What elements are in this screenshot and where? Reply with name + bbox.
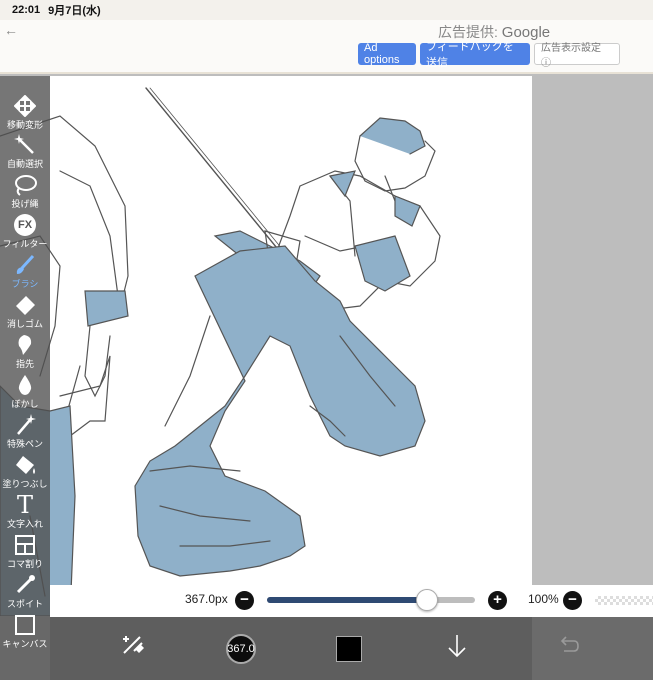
lasso-icon — [12, 173, 38, 197]
back-arrow-icon[interactable]: ← — [4, 22, 18, 38]
opacity-preview[interactable] — [595, 596, 653, 605]
brush-eraser-switch-button[interactable] — [110, 617, 156, 680]
canvas-margin — [532, 76, 653, 616]
tool-lasso[interactable]: 投げ縄 — [0, 173, 50, 210]
brush-size-increase-button[interactable]: + — [488, 591, 507, 610]
brush-opacity-decrease-button[interactable]: − — [563, 591, 582, 610]
fx-icon: FX — [12, 213, 38, 237]
finger-icon — [12, 333, 38, 357]
brush-size-preview-button[interactable]: 367.0 — [218, 617, 264, 680]
tool-panel: 移動変形 自動選択 投げ縄 FX フィルター ブラシ 消しゴム 指先 ぼかし 特… — [0, 76, 50, 680]
tool-eyedropper[interactable]: スポイト — [0, 573, 50, 610]
eraser-icon — [12, 293, 38, 317]
tool-frame-divide[interactable]: コマ割り — [0, 533, 50, 570]
brush-opacity-value: 100% — [528, 592, 559, 606]
tool-label: 移動変形 — [6, 120, 43, 130]
brush-size-value: 367.0px — [185, 592, 228, 606]
bottom-toolbar-extra — [532, 617, 653, 680]
tool-label: ブラシ — [11, 279, 39, 289]
status-time: 22:01 — [12, 4, 41, 16]
status-bar: 22:01 9月7日(水) — [0, 0, 653, 20]
status-date: 9月7日(水) — [48, 5, 101, 17]
tool-eraser[interactable]: 消しゴム — [0, 293, 50, 330]
tool-label: 消しゴム — [6, 319, 43, 329]
tool-finger[interactable]: 指先 — [0, 333, 50, 370]
special-pen-icon — [12, 413, 38, 437]
tool-brush[interactable]: ブラシ — [0, 253, 50, 290]
brush-size-slider-handle[interactable] — [416, 589, 439, 611]
tool-label: 指先 — [15, 359, 34, 369]
brush-size-decrease-button[interactable]: − — [235, 591, 254, 610]
bottom-toolbar: 367.0 — [50, 617, 532, 680]
bucket-icon — [12, 453, 38, 477]
color-picker-button[interactable] — [326, 617, 372, 680]
tool-auto-select[interactable]: 自動選択 — [0, 133, 50, 170]
tool-move-transform[interactable]: 移動変形 — [0, 94, 50, 131]
magic-wand-icon — [12, 133, 38, 157]
brush-size-slider[interactable] — [267, 589, 475, 611]
tool-label: 文字入れ — [6, 519, 43, 529]
brush-size-slider-fill — [267, 597, 428, 603]
move-icon — [12, 94, 38, 118]
fx-glyph: FX — [14, 214, 36, 236]
tool-label: 投げ縄 — [11, 199, 39, 209]
down-arrow-icon — [446, 633, 468, 664]
tool-fill[interactable]: 塗りつぶし — [0, 453, 50, 490]
tool-filter[interactable]: FX フィルター — [0, 213, 50, 250]
undo-button[interactable] — [545, 617, 591, 680]
tool-text[interactable]: T 文字入れ — [0, 491, 50, 530]
drawing-canvas[interactable] — [0, 76, 532, 616]
tool-label: 塗りつぶし — [2, 479, 48, 489]
send-feedback-button[interactable]: フィードバックを送信 — [420, 41, 530, 69]
tool-special-pen[interactable]: 特殊ペン — [0, 413, 50, 450]
tool-label: キャンバス — [2, 639, 48, 649]
tool-label: スポイト — [6, 599, 43, 609]
ad-banner: ← 広告提供: Google Ad options フィードバックを送信 広告表… — [0, 20, 653, 74]
artwork — [0, 87, 441, 616]
frame-divide-icon — [12, 533, 38, 557]
text-icon: T — [16, 491, 33, 519]
undo-icon — [556, 636, 580, 661]
brush-size-circle: 367.0 — [226, 633, 256, 664]
tool-label: 自動選択 — [6, 159, 43, 169]
ad-options-button[interactable]: Ad options — [358, 42, 416, 66]
ad-settings-button[interactable]: 広告表示設定 ⓘ — [534, 43, 620, 69]
brush-eraser-switch-icon — [120, 633, 146, 664]
tool-label: ぼかし — [11, 399, 39, 409]
current-color-swatch — [336, 635, 362, 662]
down-arrow-button[interactable] — [434, 617, 480, 680]
canvas-icon — [12, 613, 38, 637]
brush-icon — [12, 253, 38, 277]
eyedropper-icon — [12, 573, 38, 597]
tool-label: 特殊ペン — [6, 439, 43, 449]
tool-canvas[interactable]: キャンバス — [0, 613, 50, 650]
tool-blur[interactable]: ぼかし — [0, 373, 50, 410]
brush-settings-bar: 367.0px − + 100% − — [50, 585, 653, 617]
blur-drop-icon — [12, 373, 38, 397]
tool-label: コマ割り — [6, 559, 43, 569]
tool-label: フィルター — [2, 239, 48, 249]
